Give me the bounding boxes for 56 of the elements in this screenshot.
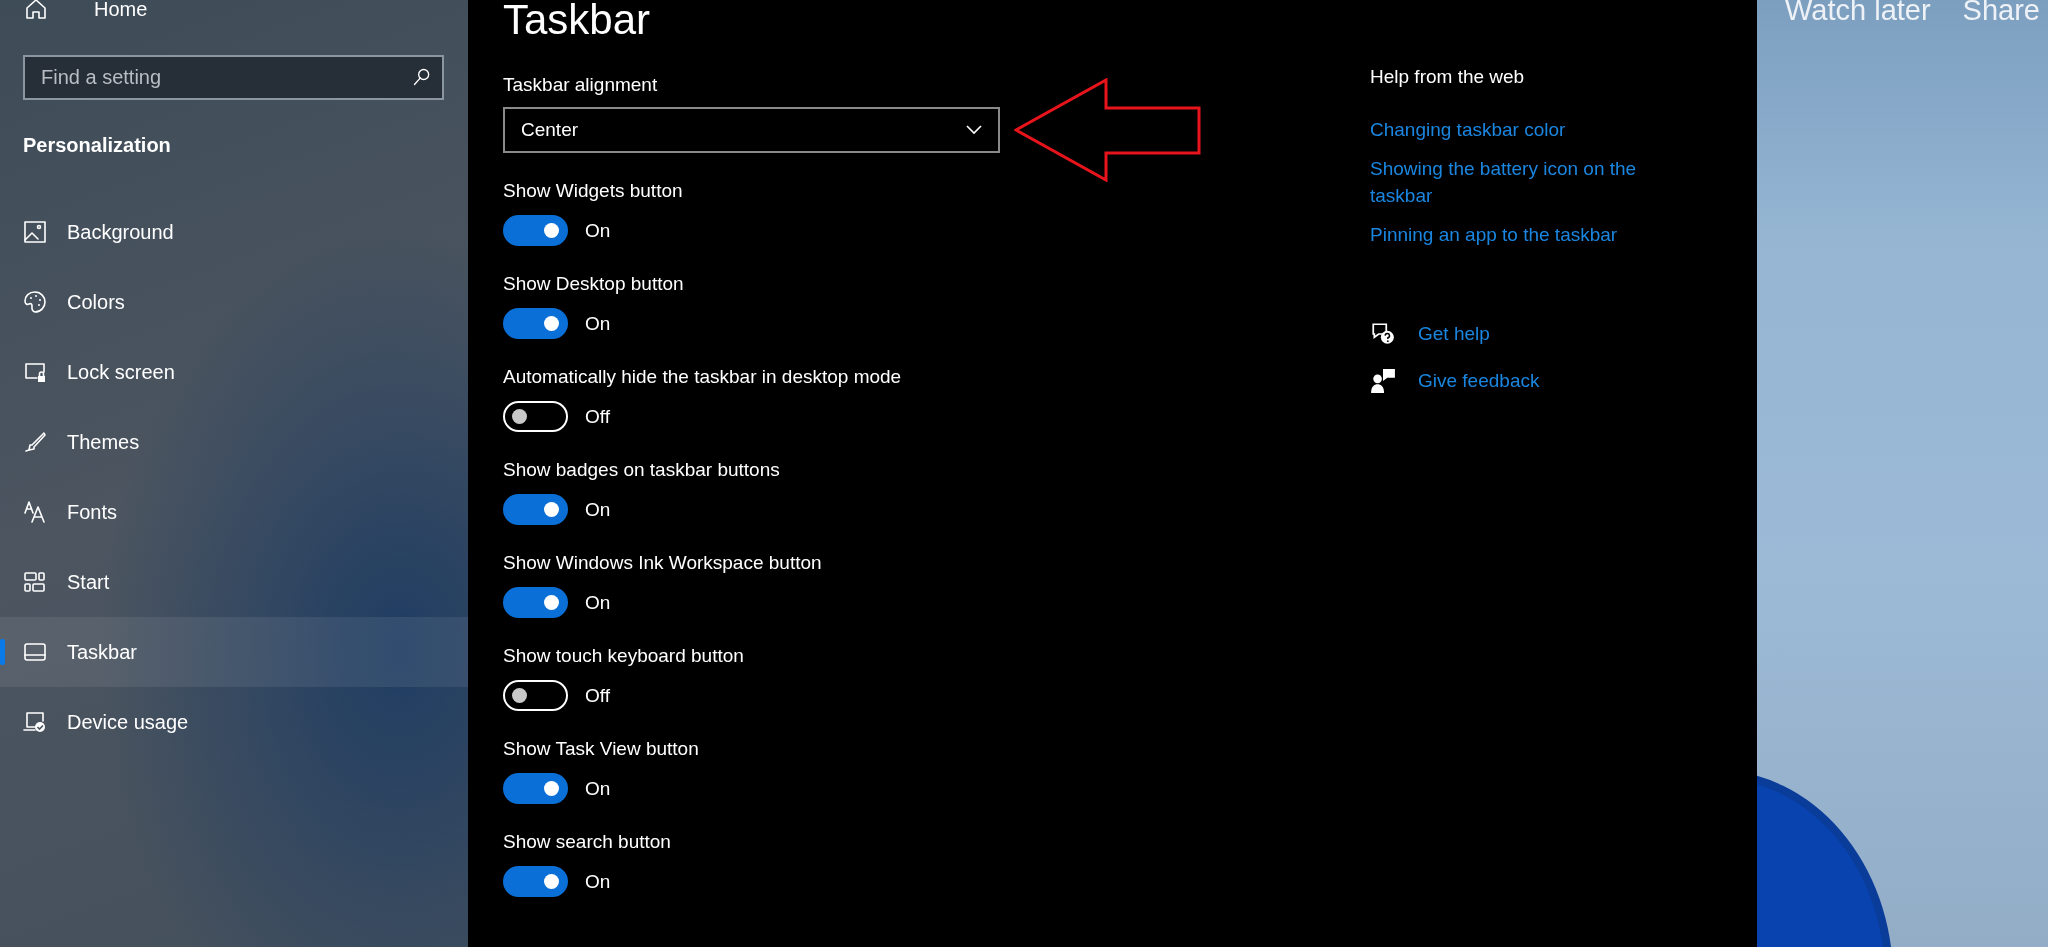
toggle-state: On: [585, 870, 611, 893]
sidebar-item[interactable]: Lock screen: [0, 337, 468, 407]
picture-icon: [23, 220, 47, 244]
search-field[interactable]: Find a setting: [23, 55, 444, 100]
help-action-link[interactable]: Get help: [1418, 320, 1490, 347]
sidebar-item[interactable]: Fonts: [0, 477, 468, 547]
chat-question-icon: [1370, 320, 1396, 347]
setting-label: Show badges on taskbar buttons: [503, 459, 781, 481]
palette-icon: [23, 290, 47, 314]
alignment-dropdown[interactable]: Center: [503, 107, 1000, 153]
help-action-link[interactable]: Give feedback: [1418, 367, 1540, 394]
sidebar-item[interactable]: Themes: [0, 407, 468, 477]
device-check-icon: [23, 710, 47, 734]
sidebar-item[interactable]: Start: [0, 547, 468, 617]
person-feedback-icon: [1370, 367, 1396, 394]
toggle-state: On: [585, 498, 611, 521]
setting-label: Show Desktop button: [503, 273, 685, 295]
setting-label: Show Task View button: [503, 738, 700, 760]
setting-label: Show touch keyboard button: [503, 645, 745, 667]
taskbar-icon: [23, 640, 47, 664]
chevron-down-icon: [966, 125, 982, 135]
home-icon: [24, 0, 48, 21]
toggle-state: On: [585, 219, 611, 242]
toggle-state: Off: [585, 405, 610, 428]
help-link[interactable]: Changing taskbar color: [1370, 116, 1680, 143]
home-link[interactable]: Home: [0, 0, 468, 24]
lock-screen-icon: [23, 360, 47, 384]
section-heading: Personalization: [23, 134, 172, 158]
setting-label: Show search button: [503, 831, 672, 853]
toggle-switch[interactable]: [503, 215, 568, 246]
help-link[interactable]: Pinning an app to the taskbar: [1370, 221, 1680, 248]
toggle-state: Off: [585, 684, 610, 707]
setting-label: Show Windows Ink Workspace button: [503, 552, 823, 574]
start-grid-icon: [23, 570, 47, 594]
toggle-switch[interactable]: [503, 587, 568, 618]
page-title: Taskbar: [503, 0, 652, 44]
sidebar-item[interactable]: Device usage: [0, 687, 468, 757]
sidebar-item[interactable]: Background: [0, 197, 468, 267]
toggle-state: On: [585, 591, 611, 614]
setting-label: Show Widgets button: [503, 180, 684, 202]
toggle-switch[interactable]: [503, 773, 568, 804]
search-icon: [412, 67, 432, 87]
toggle-state: On: [585, 777, 611, 800]
setting-label: Automatically hide the taskbar in desktop mode: [503, 366, 903, 388]
fonts-icon: [23, 500, 47, 524]
help-link[interactable]: Showing the battery icon on the taskbar: [1370, 155, 1680, 209]
sidebar-item[interactable]: Colors: [0, 267, 468, 337]
toggle-switch[interactable]: [503, 308, 568, 339]
toggle-state: On: [585, 312, 611, 335]
brush-icon: [23, 430, 47, 454]
sidebar-item[interactable]: Taskbar: [0, 617, 468, 687]
selection-indicator: [0, 639, 5, 665]
help-heading: Help from the web: [1370, 66, 1526, 88]
toggle-switch[interactable]: [503, 494, 568, 525]
setting-label: Taskbar alignment: [503, 74, 659, 96]
toggle-switch[interactable]: [503, 866, 568, 897]
